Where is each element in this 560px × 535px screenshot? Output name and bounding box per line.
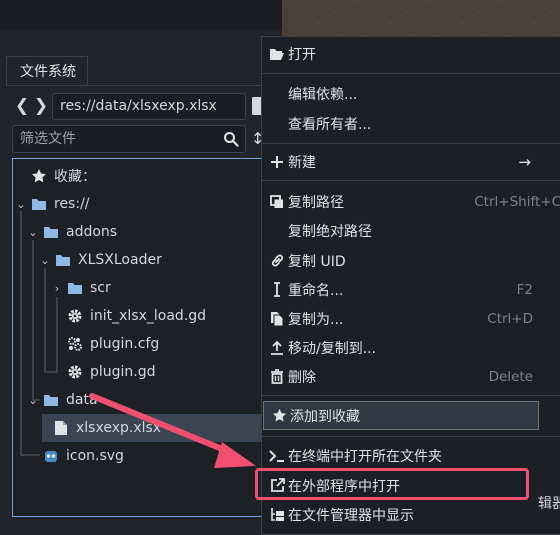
menu-item-view-owners[interactable]: 查看所有者... (262, 109, 560, 138)
cfg-gear-icon (66, 335, 84, 353)
file-manager-icon (267, 505, 287, 525)
context-menu: 打开 编辑依赖... 查看所有者... 新建 → 复制路径 Ctrl+Shift… (261, 36, 560, 535)
forward-button[interactable]: ❯ (33, 94, 49, 118)
plus-icon (267, 152, 287, 172)
folder-open-icon (267, 44, 287, 64)
tree-row-icon-svg[interactable]: icon.svg (26, 442, 124, 470)
tree-row-plugin-cfg[interactable]: plugin.cfg (50, 330, 159, 358)
submenu-arrow-icon: → (518, 152, 531, 171)
menu-item-rename[interactable]: 重命名... F2 (262, 275, 560, 304)
dock-tab-filesystem[interactable]: 文件系统 (6, 56, 88, 86)
menu-item-show-in-file-manager[interactable]: 在文件管理器中显示 (262, 500, 560, 529)
tree-label: plugin.cfg (90, 336, 160, 352)
gear-icon (66, 307, 84, 325)
tree-row-xlsxexp[interactable]: xlsxexp.xlsx (42, 414, 261, 442)
tree-label: data (66, 392, 98, 408)
chevron-down-icon[interactable]: ⌄ (26, 394, 40, 407)
tree-row-favorites[interactable]: 收藏： (14, 162, 96, 190)
menu-item-copy-path[interactable]: 复制路径 Ctrl+Shift+C (262, 187, 560, 216)
menu-separator (262, 395, 560, 396)
menu-item-add-to-favorites[interactable]: 添加到收藏 (263, 401, 539, 430)
menu-item-delete[interactable]: 删除 Delete (262, 362, 560, 391)
menu-item-copy-uid[interactable]: 复制 UID (262, 246, 560, 275)
menu-separator (262, 180, 560, 181)
menu-item-move-copy-to[interactable]: 移动/复制到... (262, 333, 560, 362)
tree-label: plugin.gd (90, 364, 156, 380)
dock-divider (6, 85, 282, 86)
filter-files-input[interactable]: 筛选文件 (12, 125, 246, 153)
tree-row-init-xlsx-load[interactable]: init_xlsx_load.gd (50, 302, 206, 330)
terminal-icon (267, 446, 287, 466)
gear-icon (66, 363, 84, 381)
tree-label: 收藏： (54, 169, 96, 185)
tree-label: init_xlsx_load.gd (90, 308, 207, 324)
filter-placeholder: 筛选文件 (20, 131, 76, 147)
tree-label: icon.svg (66, 448, 124, 464)
menu-item-open-in-terminal[interactable]: 在终端中打开所在文件夹 (262, 441, 560, 470)
trash-icon (267, 367, 287, 387)
file-icon (52, 419, 70, 437)
tree-label: XLSXLoader (78, 252, 162, 268)
path-field[interactable]: res://data/xlsxexp.xlsx (52, 93, 246, 120)
chevron-down-icon[interactable]: ⌄ (26, 226, 40, 239)
menu-item-new[interactable]: 新建 → (262, 147, 560, 176)
tree-label: scr (90, 280, 111, 296)
tree-row-scr[interactable]: › scr (50, 274, 111, 302)
folder-icon (54, 251, 72, 269)
chevron-down-icon[interactable]: ⌄ (38, 254, 52, 267)
duplicate-icon (267, 309, 287, 329)
tree-row-res[interactable]: ⌄ res:// (14, 190, 90, 218)
star-icon (269, 406, 289, 426)
copy-icon (267, 192, 287, 212)
menu-item-copy-absolute-path[interactable]: 复制绝对路径 (262, 216, 560, 245)
tree-label: res:// (54, 196, 90, 212)
menu-separator (262, 436, 560, 437)
annotation-highlight-box (255, 468, 529, 500)
godot-icon (42, 447, 60, 465)
tree-row-plugin-gd[interactable]: plugin.gd (50, 358, 156, 386)
tree-row-xlsxloader[interactable]: ⌄ XLSXLoader (38, 246, 162, 274)
chevron-right-icon[interactable]: › (50, 282, 64, 295)
tree-row-data[interactable]: ⌄ data (26, 386, 98, 414)
search-icon (224, 132, 239, 147)
menu-item-edit-dependencies[interactable]: 编辑依赖... (262, 79, 560, 108)
tree-label: addons (66, 224, 118, 240)
menu-separator (262, 73, 560, 74)
tree-label: xlsxexp.xlsx (76, 420, 162, 436)
star-icon (30, 167, 48, 185)
folder-icon (30, 195, 48, 213)
menu-item-open[interactable]: 打开 (262, 39, 560, 68)
tree-row-addons[interactable]: ⌄ addons (26, 218, 117, 246)
back-button[interactable]: ❮ (14, 94, 30, 118)
editor-label-partial: 辑器 (538, 496, 560, 512)
rename-icon (267, 280, 287, 300)
folder-icon (42, 223, 60, 241)
folder-icon (42, 391, 60, 409)
folder-icon (66, 279, 84, 297)
link-icon (267, 251, 287, 271)
menu-item-duplicate[interactable]: 复制为... Ctrl+D (262, 304, 560, 333)
chevron-down-icon[interactable]: ⌄ (14, 198, 28, 211)
menu-separator (262, 143, 560, 144)
move-icon (267, 338, 287, 358)
